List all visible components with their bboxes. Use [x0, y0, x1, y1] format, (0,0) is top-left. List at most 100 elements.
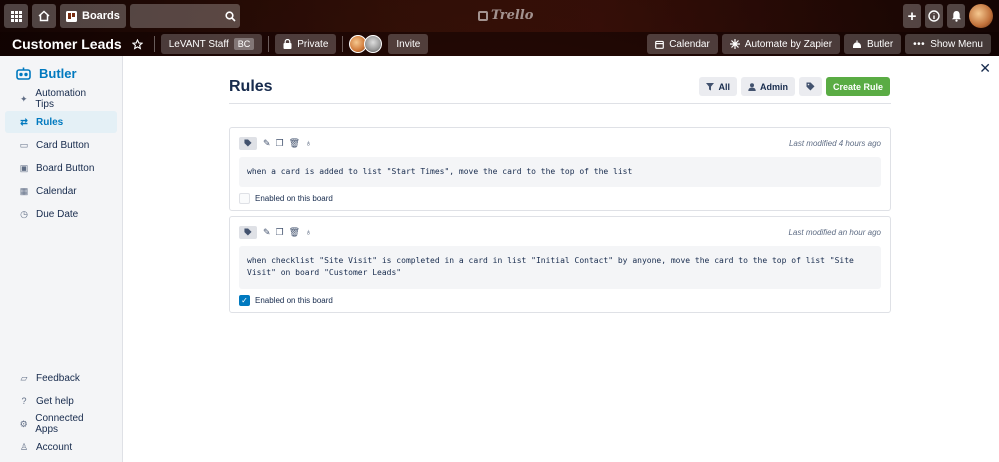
lightbulb-icon[interactable]: ♁ — [305, 138, 312, 148]
zapier-label: Automate by Zapier — [744, 38, 833, 50]
sidebar-item-label: Account — [36, 441, 73, 453]
clock-icon: ◷ — [20, 208, 28, 219]
enabled-checkbox[interactable] — [239, 193, 250, 205]
create-button[interactable]: + — [903, 4, 921, 28]
notifications-button[interactable] — [947, 4, 965, 28]
star-icon — [132, 38, 144, 50]
enabled-toggle[interactable]: Enabled on this board — [230, 187, 890, 210]
member-avatars — [349, 35, 383, 53]
member-avatar[interactable] — [364, 35, 383, 53]
tag-icon — [806, 82, 815, 91]
sidebar-item-card-button[interactable]: ▭ Card Button — [5, 134, 117, 156]
rule-tag-button[interactable] — [239, 136, 257, 150]
star-board-button[interactable] — [128, 34, 148, 54]
apps-grid-button[interactable] — [4, 4, 28, 28]
sidebar-item-automation-tips[interactable]: ✦ Automation Tips — [5, 88, 117, 110]
sparkle-icon: ✦ — [19, 93, 28, 104]
lock-icon — [283, 39, 292, 49]
sidebar-item-due-date[interactable]: ◷ Due Date — [5, 203, 117, 225]
team-button[interactable]: LeVANT Staff BC — [160, 34, 263, 54]
account-icon: ♙ — [19, 441, 29, 452]
sidebar-item-label: Feedback — [36, 372, 80, 384]
trash-icon[interactable]: 🗑 — [289, 138, 300, 149]
search-input[interactable] — [129, 4, 240, 28]
sidebar-item-label: Board Button — [36, 162, 95, 174]
calendar-icon: ▦ — [19, 185, 29, 196]
sidebar-item-calendar[interactable]: ▦ Calendar — [5, 180, 117, 202]
admin-button[interactable]: Admin — [740, 77, 795, 96]
tag-icon — [244, 139, 252, 147]
enabled-label: Enabled on this board — [255, 194, 333, 204]
pencil-icon[interactable]: ✎ — [263, 227, 271, 238]
sidebar-item-label: Card Button — [36, 139, 90, 151]
trello-logo-text: Trello — [491, 8, 534, 23]
butler-main-panel: ✕ Rules All Admin Create Rule ✎ ❐ 🗑 ♁ La… — [123, 56, 999, 462]
boards-label: Boards — [82, 10, 120, 22]
show-menu-button[interactable]: ••• Show Menu — [905, 34, 991, 54]
zapier-icon — [729, 39, 740, 49]
trello-logo-icon — [478, 10, 488, 21]
search-icon — [225, 10, 236, 22]
info-button[interactable] — [925, 4, 943, 28]
admin-label: Admin — [759, 81, 788, 92]
sidebar-item-label: Automation Tips — [35, 88, 87, 110]
butler-icon — [853, 40, 862, 48]
header-divider — [153, 36, 155, 52]
enabled-toggle[interactable]: ✓ Enabled on this board — [230, 289, 890, 312]
rule-tag-button[interactable] — [239, 225, 257, 239]
calendar-icon — [655, 40, 665, 49]
card-button-icon: ▭ — [19, 139, 29, 150]
calendar-powerup-button[interactable]: Calendar — [647, 34, 718, 54]
pencil-icon[interactable]: ✎ — [263, 138, 271, 149]
home-button[interactable] — [32, 4, 56, 28]
more-icon: ••• — [913, 38, 926, 50]
rule-actions: All Admin Create Rule — [699, 77, 890, 96]
sidebar-item-board-button[interactable]: ▣ Board Button — [5, 157, 117, 179]
sidebar-item-feedback[interactable]: ▱ Feedback — [5, 367, 117, 389]
rule-card: ✎ ❐ 🗑 ♁ Last modified an hour ago when c… — [229, 216, 891, 313]
butler-title: Butler — [39, 66, 77, 81]
lightbulb-icon[interactable]: ♁ — [305, 227, 312, 237]
close-icon[interactable]: ✕ — [979, 60, 991, 77]
trash-icon[interactable]: 🗑 — [289, 227, 300, 238]
butler-sidebar: Butler ✦ Automation Tips ⇄ Rules ▭ Card … — [0, 56, 123, 462]
invite-button[interactable]: Invite — [388, 34, 429, 54]
sidebar-item-label: Rules — [36, 116, 64, 128]
copy-icon[interactable]: ❐ — [276, 138, 284, 149]
board-title[interactable]: Customer Leads — [6, 36, 128, 52]
zapier-button[interactable]: Automate by Zapier — [721, 34, 841, 54]
header-divider — [342, 36, 344, 52]
rule-card: ✎ ❐ 🗑 ♁ Last modified 4 hours ago when a… — [229, 127, 891, 212]
header-divider — [268, 36, 270, 52]
sidebar-item-rules[interactable]: ⇄ Rules — [5, 111, 117, 133]
create-rule-label: Create Rule — [832, 81, 883, 92]
copy-icon[interactable]: ❐ — [276, 227, 284, 238]
user-avatar[interactable] — [969, 4, 993, 28]
visibility-button[interactable]: Private — [275, 34, 337, 54]
tag-icon — [244, 228, 252, 236]
board-header: Customer Leads LeVANT Staff BC Private I… — [0, 32, 999, 56]
plus-icon: + — [907, 7, 917, 25]
enabled-label: Enabled on this board — [255, 295, 333, 305]
butler-button[interactable]: Butler — [844, 34, 902, 54]
user-icon — [748, 82, 756, 91]
tags-button[interactable] — [798, 77, 822, 96]
butler-logo-icon — [16, 67, 31, 80]
boards-button[interactable]: Boards — [60, 4, 126, 28]
last-modified: Last modified an hour ago — [788, 227, 881, 237]
sidebar-item-label: Get help — [36, 395, 74, 407]
create-rule-button[interactable]: Create Rule — [825, 77, 890, 96]
sidebar-item-get-help[interactable]: ? Get help — [5, 390, 117, 412]
visibility-label: Private — [297, 38, 329, 50]
page-title: Rules — [229, 78, 273, 95]
boards-icon — [66, 10, 77, 22]
sidebar-item-account[interactable]: ♙ Account — [5, 436, 117, 458]
gear-icon: ⚙ — [19, 418, 28, 429]
sidebar-item-label: Due Date — [36, 208, 79, 220]
enabled-checkbox[interactable]: ✓ — [239, 294, 250, 306]
team-name: LeVANT Staff — [168, 38, 229, 50]
rule-description: when checklist "Site Visit" is completed… — [239, 246, 881, 289]
filter-all-button[interactable]: All — [699, 77, 737, 96]
trello-logo[interactable]: Trello — [478, 8, 533, 23]
sidebar-item-connected-apps[interactable]: ⚙ Connected Apps — [5, 413, 117, 435]
